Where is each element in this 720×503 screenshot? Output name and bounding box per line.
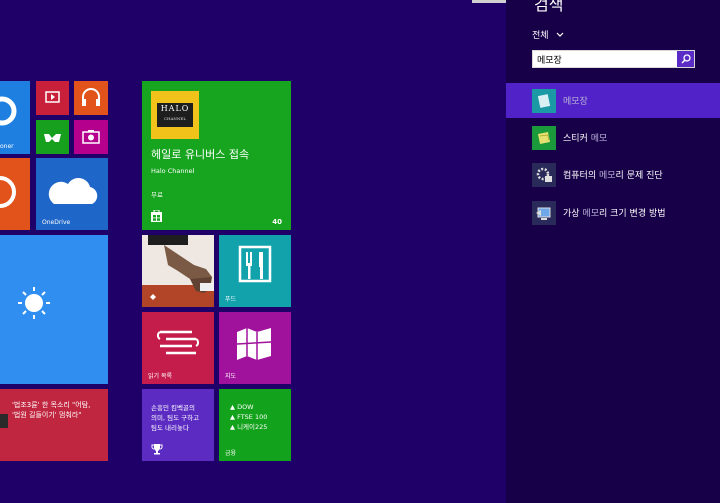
tile-label: 금융 [225, 450, 237, 457]
camera-tile[interactable] [74, 120, 108, 154]
reading-list-tile[interactable]: 읽기 목록 [142, 312, 214, 384]
finance-item: ▲ DOW [230, 403, 254, 411]
cloud-icon [48, 178, 98, 204]
sticky-notes-icon [532, 125, 556, 150]
tile-label: 읽기 목록 [148, 373, 172, 380]
runner-photo [142, 235, 214, 307]
finance-item: ▲ FTSE 100 [230, 413, 268, 421]
store-icon [151, 210, 162, 222]
search-result-label: 메모장 [563, 97, 588, 107]
headphones-icon [82, 88, 100, 106]
search-pane-title: 검색 [534, 0, 564, 14]
music-app-icon [0, 176, 16, 208]
memory-diagnostic-icon [532, 162, 556, 187]
finance-tile[interactable]: ▲ DOW ▲ FTSE 100 ▲ 니케이225 금융 [219, 389, 291, 461]
search-result-label: 가상 메모리 크기 변경 방법 [563, 209, 666, 219]
search-result-virtual-memory[interactable]: 가상 메모리 크기 변경 방법 [506, 195, 720, 230]
sports-tile[interactable]: 손흥민 킴벡골의 의미, 팀도 구하고 팀도 내리놓다 [142, 389, 214, 461]
music-app-tile[interactable] [0, 158, 30, 230]
trophy-icon [151, 444, 163, 455]
search-result-label: 컴퓨터의 메모리 문제 진단 [563, 171, 663, 181]
internet-explorer-tile[interactable]: oner [0, 81, 30, 154]
onedrive-tile[interactable]: OneDrive [36, 158, 108, 230]
chevron-down-icon [556, 32, 563, 37]
news-tile[interactable]: '법조3륜' 한 목소리 "어탐, '법원 길들이기' 멈춰라" [0, 389, 108, 461]
halo-logo: HALO CHANNEL [151, 91, 199, 139]
search-button[interactable] [677, 51, 694, 67]
halo-price: 무료 [151, 191, 163, 199]
weather-tile[interactable] [0, 235, 108, 384]
tile-label: oner [0, 143, 14, 150]
sports-headline: 손흥민 킴벡골의 의미, 팀도 구하고 팀도 내리놓다 [151, 404, 200, 432]
search-scope-label: 전체 [532, 31, 549, 41]
health-fitness-tile[interactable] [142, 235, 214, 307]
halo-rating: 40 [272, 218, 282, 226]
search-result-notepad[interactable]: 메모장 [506, 83, 720, 118]
game-controller-icon [44, 134, 61, 142]
news-headline: '법조3륜' 한 목소리 "어탐, '법원 길들이기' 멈춰라" [12, 401, 91, 419]
halo-title: 헤일로 유니버스 접속 [151, 148, 250, 161]
tile-label: OneDrive [42, 219, 71, 226]
search-scope-dropdown[interactable]: 전체 [532, 28, 564, 41]
sun-icon [18, 287, 50, 319]
food-tile[interactable]: 푸드 [219, 235, 291, 307]
tile-label: 푸드 [225, 296, 237, 303]
tile-label: 지도 [225, 373, 237, 380]
search-result-memory-diagnostic[interactable]: 컴퓨터의 메모리 문제 진단 [506, 157, 720, 192]
video-icon [45, 91, 60, 103]
finance-list: ▲ DOW ▲ FTSE 100 ▲ 니케이225 [230, 402, 267, 432]
search-box [532, 50, 695, 68]
news-photo [0, 414, 8, 428]
music-tile[interactable] [74, 81, 108, 115]
search-result-label: 스티커 메모 [563, 134, 608, 144]
halo-subtitle: Halo Channel [151, 167, 195, 175]
camera-icon [82, 130, 100, 144]
search-input[interactable] [537, 51, 675, 67]
finance-item: ▲ 니케이225 [230, 423, 268, 431]
halo-channel-tile[interactable]: HALO CHANNEL 헤일로 유니버스 접속 Halo Channel 무료… [142, 81, 291, 230]
halo-logo-inner: HALO CHANNEL [157, 103, 193, 127]
search-icon [680, 54, 691, 64]
internet-explorer-icon [0, 96, 17, 126]
search-result-sticky-notes[interactable]: 스티커 메모 [506, 120, 720, 155]
video-tile[interactable] [36, 81, 69, 115]
games-tile[interactable] [36, 120, 69, 154]
search-pane [506, 0, 720, 503]
virtual-memory-icon [532, 200, 556, 225]
maps-tile[interactable]: 지도 [219, 312, 291, 384]
notepad-icon [532, 88, 556, 113]
